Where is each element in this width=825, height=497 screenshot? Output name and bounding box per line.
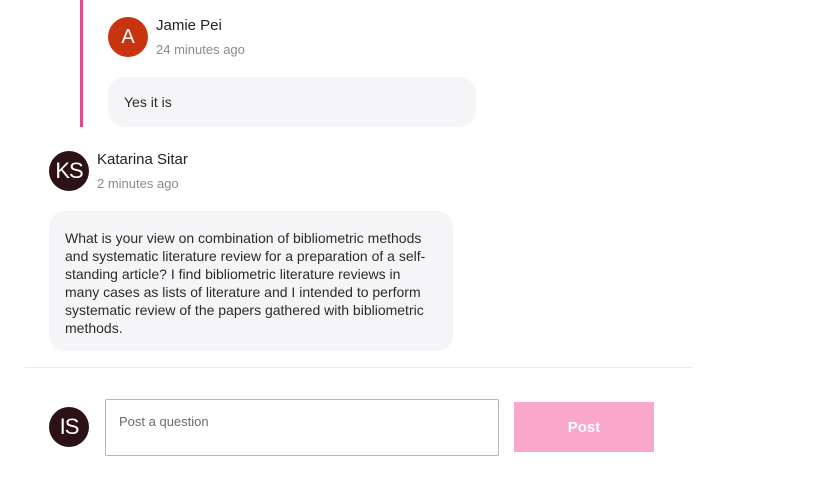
reply-thread: A Jamie Pei 24 minutes ago Yes it is (80, 0, 503, 127)
comments-page: A Jamie Pei 24 minutes ago Yes it is KS … (0, 0, 825, 497)
post-button[interactable]: Post (514, 402, 654, 452)
avatar[interactable]: KS (49, 151, 89, 191)
divider (25, 367, 693, 368)
avatar-initials: A (121, 25, 135, 48)
avatar-initials: KS (55, 158, 83, 183)
comment-author-name[interactable]: Katarina Sitar (97, 151, 188, 168)
avatar[interactable]: IS (49, 407, 89, 447)
comment-message: What is your view on combination of bibl… (49, 211, 453, 351)
avatar[interactable]: A (108, 17, 148, 57)
avatar-initials: IS (59, 414, 80, 439)
question-input[interactable] (105, 399, 499, 456)
reply-author-name[interactable]: Jamie Pei (156, 17, 222, 34)
reply-message: Yes it is (108, 77, 476, 127)
comment-timestamp: 2 minutes ago (97, 176, 179, 191)
reply-timestamp: 24 minutes ago (156, 42, 245, 57)
